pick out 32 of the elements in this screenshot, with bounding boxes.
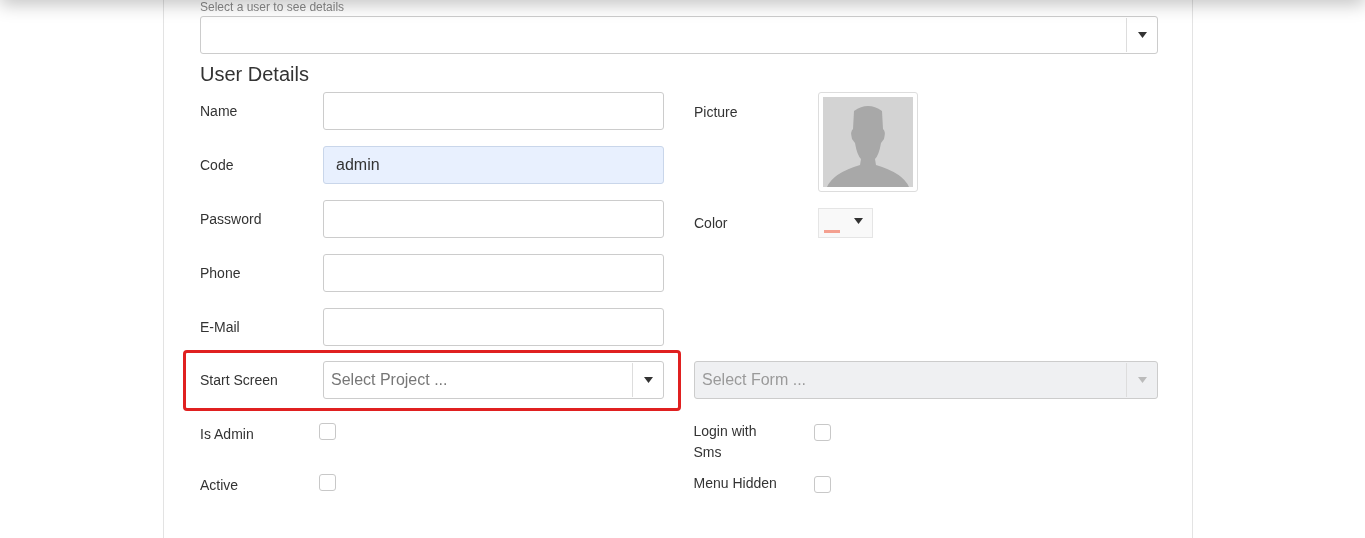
field-label: Phone (200, 263, 242, 283)
text-input[interactable] (323, 92, 664, 130)
person-silhouette-icon (823, 97, 913, 187)
field-label: Select a user to see details (200, 1, 346, 14)
field-label: Is Admin (200, 425, 255, 444)
field-label: E-Mail (200, 317, 241, 337)
text-input[interactable]: admin (323, 146, 664, 184)
field-label: Menu Hidden (693, 474, 778, 493)
picture-frame[interactable] (818, 92, 918, 192)
caret-icon (1137, 377, 1147, 383)
field-label: Name (200, 101, 239, 121)
caret-icon (643, 377, 653, 383)
checkbox[interactable] (319, 423, 336, 440)
text-input[interactable] (323, 200, 664, 238)
field-label: Login with Sms (693, 422, 758, 462)
field-label: Active (200, 476, 240, 495)
caret-icon (854, 218, 863, 224)
caret-icon (1137, 32, 1147, 38)
text-input[interactable] (323, 254, 664, 292)
field-label: Color (694, 213, 729, 233)
field-label: Picture (694, 103, 739, 122)
checkbox[interactable] (813, 476, 831, 493)
user-select[interactable] (200, 16, 1158, 54)
field-label: Start Screen (200, 370, 279, 390)
field-label: Password (200, 209, 263, 229)
checkbox[interactable] (813, 424, 831, 441)
field-label: Code (200, 155, 235, 175)
color-picker[interactable] (818, 208, 873, 238)
project-select[interactable]: Select Project ... (323, 361, 664, 399)
section-heading: User Details (200, 62, 310, 87)
text-input[interactable] (323, 308, 664, 346)
checkbox[interactable] (319, 474, 336, 491)
